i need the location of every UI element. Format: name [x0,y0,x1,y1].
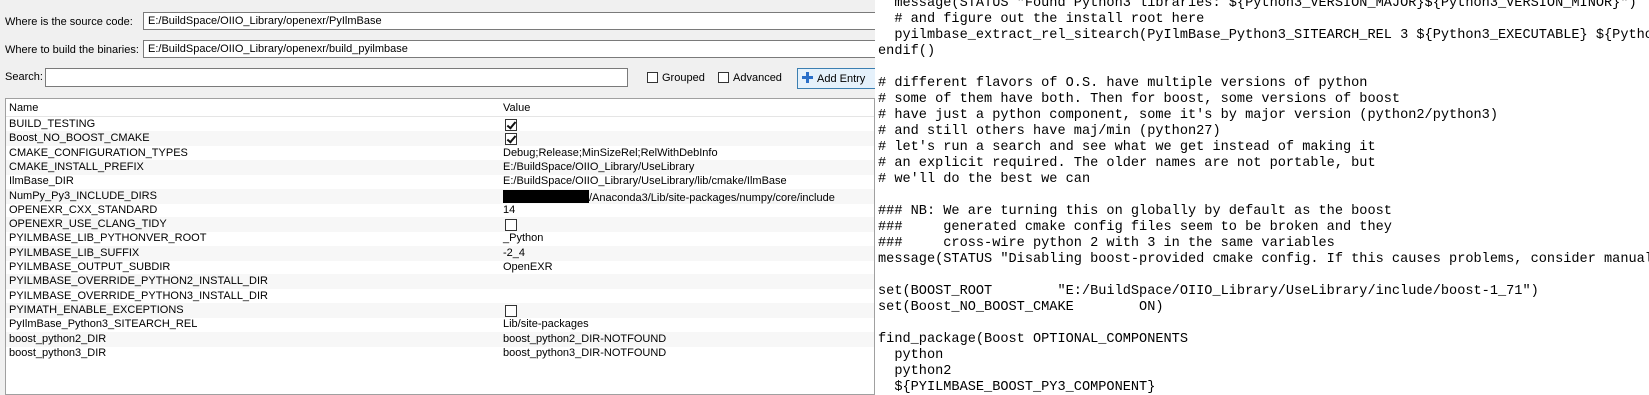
value-checkbox[interactable] [505,119,517,131]
table-row[interactable]: PYILMBASE_OVERRIDE_PYTHON2_INSTALL_DIR [6,274,874,290]
table-row[interactable]: PyIlmBase_Python3_SITEARCH_REL Lib/site-p… [6,317,874,332]
table-row[interactable]: IlmBase_DIR E:/BuildSpace/OIIO_Library/Us… [6,174,874,189]
code-line: message(STATUS "Found Python3 libraries:… [878,0,1637,11]
cell-name: OPENEXR_CXX_STANDARD [9,203,158,216]
table-row[interactable]: PYILMBASE_OUTPUT_SUBDIR OpenEXR [6,260,874,275]
cell-value[interactable]: boost_python3_DIR-NOTFOUND [503,347,666,359]
code-line: # some of them have both. Then for boost… [878,92,1401,107]
build-path-label: Where to build the binaries: [5,44,139,56]
cell-name: CMAKE_CONFIGURATION_TYPES [9,146,188,159]
code-text[interactable]: message(STATUS "Found Python3 libraries:… [875,0,1649,395]
add-entry-button[interactable]: Add Entry [797,68,887,89]
cell-value[interactable]: E:/BuildSpace/OIIO_Library/UseLibrary [503,161,694,173]
code-line: ### generated cmake config files seem to… [878,220,1392,235]
advanced-checkbox[interactable]: Advanced [718,72,782,84]
cache-table: Name Value BUILD_TESTING Boost_NO_BOOST_C… [5,98,875,395]
code-line: set(Boost_NO_BOOST_CMAKE ON) [878,300,1164,315]
cell-value[interactable]: OpenEXR [503,261,553,273]
table-row[interactable]: NumPy_Py3_INCLUDE_DIRS/Anaconda3/Lib/sit… [6,188,874,204]
cell-name: NumPy_Py3_INCLUDE_DIRS [9,189,157,202]
cell-name: PYIMATH_ENABLE_EXCEPTIONS [9,303,184,316]
cell-name: PYILMBASE_OVERRIDE_PYTHON3_INSTALL_DIR [9,289,268,302]
advanced-check-box[interactable] [718,72,729,83]
table-row[interactable]: OPENEXR_USE_CLANG_TIDY [6,217,874,233]
code-line: # different flavors of O.S. have multipl… [878,76,1368,91]
table-row[interactable]: boost_python3_DIR boost_python3_DIR-NOTFO… [6,346,874,361]
table-row[interactable]: boost_python2_DIR boost_python2_DIR-NOTFO… [6,331,874,347]
cell-name: PYILMBASE_LIB_SUFFIX [9,246,140,259]
source-path-label: Where is the source code: [5,16,133,28]
code-line: # and still others have maj/min (python2… [878,124,1221,139]
advanced-label: Advanced [733,72,782,84]
cell-value[interactable]: -2_4 [503,247,525,259]
search-input[interactable] [45,68,628,87]
cell-name: PYILMBASE_OVERRIDE_PYTHON2_INSTALL_DIR [9,275,268,288]
cell-name: BUILD_TESTING [9,118,96,130]
table-row[interactable]: OPENEXR_CXX_STANDARD 14 [6,203,874,218]
cell-name: boost_python2_DIR [9,332,107,345]
code-line: # we'll do the best we can [878,172,1091,187]
cell-name: IlmBase_DIR [9,175,74,188]
search-label: Search: [5,71,43,83]
cell-value[interactable]: _Python [503,232,543,244]
grouped-label: Grouped [662,72,705,84]
cell-name: PyIlmBase_Python3_SITEARCH_REL [9,318,198,331]
build-path-field[interactable]: E:/BuildSpace/OIIO_Library/openexr/build… [143,40,883,58]
code-line: # have just a python component, some it'… [878,108,1498,123]
cell-value[interactable]: /Anaconda3/Lib/site-packages/numpy/core/… [503,189,835,204]
code-line: # and figure out the install root here [878,12,1205,27]
code-editor[interactable]: message(STATUS "Found Python3 libraries:… [875,0,1649,395]
cell-value[interactable]: E:/BuildSpace/OIIO_Library/UseLibrary/li… [503,175,787,187]
value-checkbox[interactable] [505,219,517,232]
cell-value[interactable]: 14 [503,204,515,216]
table-row[interactable]: Boost_NO_BOOST_CMAKE [6,131,874,147]
table-row[interactable]: PYILMBASE_LIB_SUFFIX -2_4 [6,245,874,261]
grouped-checkbox[interactable]: Grouped [647,72,705,84]
code-line: message(STATUS "Disabling boost-provided… [878,252,1649,267]
table-row[interactable]: PYILMBASE_LIB_PYTHONVER_ROOT _Python [6,231,874,246]
code-line: ### NB: We are turning this on globally … [878,204,1392,219]
code-line: python [878,348,944,363]
code-line: ### cross-wire python 2 with 3 in the sa… [878,236,1335,251]
table-row[interactable]: BUILD_TESTING [6,117,874,132]
cell-name: PYILMBASE_LIB_PYTHONVER_ROOT [9,232,207,245]
value-checkbox[interactable] [505,133,517,146]
table-row[interactable]: CMAKE_CONFIGURATION_TYPES Debug;Release;M… [6,146,874,161]
cell-name: boost_python3_DIR [9,346,107,359]
code-line: endif() [878,44,936,59]
code-line: ${PYILMBASE_BOOST_PY3_COMPONENT} [878,380,1156,395]
column-header-value[interactable]: Value [503,102,530,114]
table-header: Name Value [6,99,874,117]
cell-value[interactable]: Debug;Release;MinSizeRel;RelWithDebInfo [503,147,718,159]
cell-name: PYILMBASE_OUTPUT_SUBDIR [9,261,171,273]
column-header-name[interactable]: Name [9,102,38,114]
table-row[interactable]: PYILMBASE_OVERRIDE_PYTHON3_INSTALL_DIR [6,289,874,304]
cell-value-text: /Anaconda3/Lib/site-packages/numpy/core/… [589,191,835,204]
cell-value[interactable]: Lib/site-packages [503,318,589,330]
code-line: # let's run a search and see what we get… [878,140,1376,155]
code-line: # an explicit required. The older names … [878,156,1376,171]
plus-icon [802,72,813,83]
cell-name: Boost_NO_BOOST_CMAKE [9,132,150,145]
grouped-check-box[interactable] [647,72,658,83]
cell-name: CMAKE_INSTALL_PREFIX [9,160,144,173]
code-line: python2 [878,364,952,379]
code-line: pyilmbase_extract_rel_sitearch(PyIlmBase… [894,28,1649,43]
source-path-field[interactable]: E:/BuildSpace/OIIO_Library/openexr/PyIlm… [143,12,883,30]
table-row[interactable]: PYIMATH_ENABLE_EXCEPTIONS [6,302,874,318]
cell-value[interactable]: boost_python2_DIR-NOTFOUND [503,333,666,345]
code-line: set(BOOST_ROOT "E:/BuildSpace/OIIO_Libra… [878,284,1539,299]
value-checkbox[interactable] [505,304,517,317]
add-entry-label: Add Entry [817,73,866,85]
redaction-block [503,189,589,203]
cell-name: OPENEXR_USE_CLANG_TIDY [9,218,167,231]
code-line: find_package(Boost OPTIONAL_COMPONENTS [878,332,1188,347]
table-row[interactable]: CMAKE_INSTALL_PREFIX E:/BuildSpace/OIIO_L… [6,159,874,175]
cmake-gui-panel: Where is the source code: E:/BuildSpace/… [0,0,887,395]
